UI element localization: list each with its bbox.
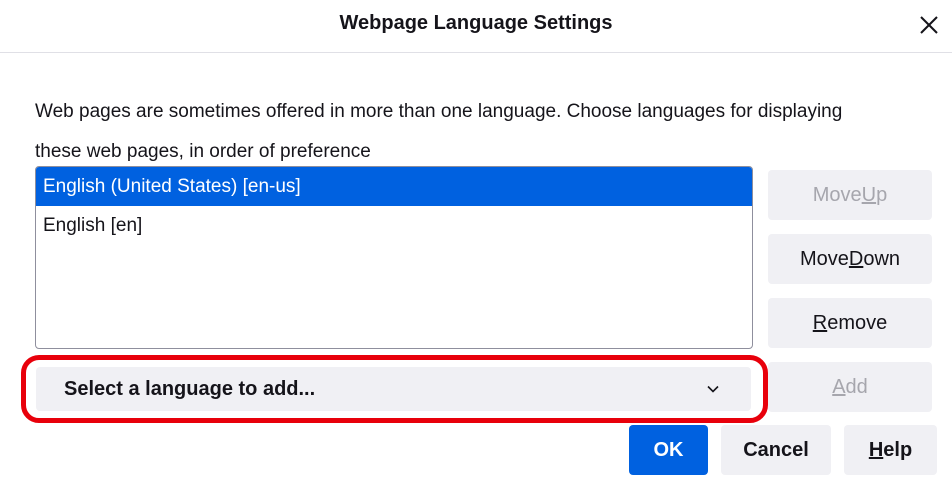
move-down-label-post: own xyxy=(863,247,901,270)
description: Web pages are sometimes offered in more … xyxy=(35,92,935,172)
help-label-post: elp xyxy=(883,438,913,461)
chevron-down-icon xyxy=(707,385,719,393)
close-button[interactable] xyxy=(912,8,946,42)
remove-label-post: emove xyxy=(827,311,888,334)
move-down-label-pre: Move xyxy=(799,247,849,270)
close-icon xyxy=(920,16,938,34)
move-up-label-pre: Move xyxy=(812,183,862,206)
language-item-en-us[interactable]: English (United States) [en-us] xyxy=(36,167,752,206)
cancel-button[interactable]: Cancel xyxy=(721,425,831,475)
remove-accesskey: R xyxy=(812,311,828,334)
language-select-label: Select a language to add... xyxy=(64,378,316,400)
title-bar: Webpage Language Settings xyxy=(0,0,952,53)
move-down-accesskey: D xyxy=(848,247,864,270)
add-button[interactable]: Add xyxy=(768,362,932,412)
move-down-button[interactable]: Move Down xyxy=(768,234,932,284)
language-list[interactable]: English (United States) [en-us] English … xyxy=(35,166,753,349)
dialog-title: Webpage Language Settings xyxy=(339,12,613,34)
move-up-label-post: p xyxy=(876,183,888,206)
language-settings-dialog: Webpage Language Settings Web pages are … xyxy=(0,0,952,493)
language-select[interactable]: Select a language to add... xyxy=(36,367,751,411)
select-highlight-outline: Select a language to add... xyxy=(21,355,768,423)
move-up-accesskey: U xyxy=(861,183,877,206)
help-accesskey: H xyxy=(868,438,884,461)
description-line-1: Web pages are sometimes offered in more … xyxy=(35,101,843,122)
remove-button[interactable]: Remove xyxy=(768,298,932,348)
help-button[interactable]: Help xyxy=(844,425,937,475)
add-accesskey: A xyxy=(832,375,846,398)
add-label-post: dd xyxy=(845,375,868,398)
language-item-en[interactable]: English [en] xyxy=(36,206,752,245)
ok-button[interactable]: OK xyxy=(629,425,708,475)
move-up-button[interactable]: Move Up xyxy=(768,170,932,220)
